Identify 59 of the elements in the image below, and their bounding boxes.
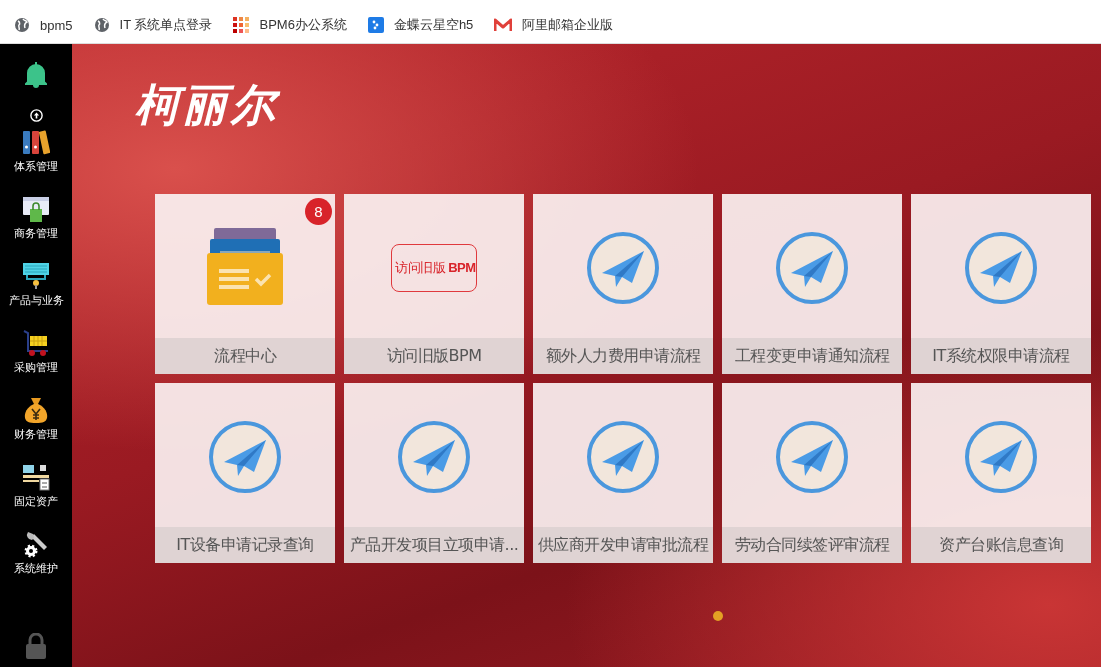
mail-icon (494, 18, 513, 32)
binders-icon (22, 128, 50, 156)
app-tile[interactable]: IT设备申请记录查询 (155, 383, 335, 563)
tile-label: 劳动合同续签评审流程 (722, 527, 902, 563)
tile-label: 工程变更申请通知流程 (722, 338, 902, 374)
app-tile[interactable]: 工程变更申请通知流程 (722, 194, 902, 374)
paper-plane-icon (586, 231, 660, 305)
nav-label[interactable]: 产品与业务 (8, 293, 64, 308)
paper-plane-icon (964, 231, 1038, 305)
computer-desk-icon (22, 463, 50, 491)
nav-label[interactable]: 商务管理 (14, 226, 58, 241)
cart-icon (22, 329, 50, 357)
bookmark-link[interactable]: bpm5 (14, 17, 73, 33)
app-tile[interactable]: 产品开发项目立项申请... (344, 383, 524, 563)
app-tile[interactable]: 流程中心 8 (155, 194, 335, 374)
tile-label: 供应商开发申请审批流程 (533, 527, 713, 563)
folder-icon (205, 228, 285, 308)
app-tile[interactable]: 额外人力费用申请流程 (533, 194, 713, 374)
nav-label[interactable]: 系统维护 (14, 561, 58, 576)
paper-plane-icon (208, 420, 282, 494)
nav-label[interactable]: 财务管理 (14, 427, 58, 442)
nav-label[interactable]: 采购管理 (14, 360, 58, 375)
tile-label: 产品开发项目立项申请... (344, 527, 524, 563)
nav-label[interactable]: 体系管理 (14, 159, 58, 174)
tile-label: 访问旧版BPM (344, 338, 524, 374)
paper-plane-icon (964, 420, 1038, 494)
keyboard-icon (22, 262, 50, 290)
shopping-bag-icon (22, 195, 50, 223)
globe-icon (93, 17, 110, 33)
bookmark-link[interactable]: 金蝶云星空h5 (367, 16, 474, 34)
app-tile[interactable]: 劳动合同续签评审流程 (722, 383, 902, 563)
app-tile[interactable]: 供应商开发申请审批流程 (533, 383, 713, 563)
bookmark-link[interactable]: BPM6办公系统 (233, 16, 347, 34)
lock-icon[interactable] (26, 633, 46, 659)
bookmark-link[interactable]: IT 系统单点登录 (93, 16, 213, 34)
tile-label: 资产台账信息查询 (911, 527, 1091, 563)
app-tile[interactable]: IT系统权限申请流程 (911, 194, 1091, 374)
app-tile[interactable]: 资产台账信息查询 (911, 383, 1091, 563)
nav-label[interactable]: 固定资产 (14, 494, 58, 509)
grid-icon (233, 17, 250, 33)
paper-plane-icon (775, 231, 849, 305)
bpm-stamp-logo: 访问旧版 BPM (391, 244, 477, 292)
paper-plane-icon (586, 420, 660, 494)
count-badge: 8 (305, 198, 332, 225)
tile-label: IT系统权限申请流程 (911, 338, 1091, 374)
bell-icon[interactable] (25, 62, 47, 88)
bookmark-link[interactable]: 阿里邮箱企业版 (494, 16, 614, 34)
wrench-gear-icon (22, 530, 50, 558)
brand-title: 柯丽尔 (135, 78, 279, 132)
app-tile[interactable]: 访问旧版 BPM 访问旧版BPM (344, 194, 524, 374)
pager-dot[interactable] (713, 611, 723, 621)
paper-plane-icon (397, 420, 471, 494)
globe-icon (14, 17, 30, 33)
tile-label: 流程中心 (155, 338, 335, 374)
money-bag-icon (22, 396, 50, 424)
paper-plane-icon (775, 420, 849, 494)
dots-icon (367, 17, 384, 33)
tile-label: 额外人力费用申请流程 (533, 338, 713, 374)
tile-label: IT设备申请记录查询 (155, 527, 335, 563)
